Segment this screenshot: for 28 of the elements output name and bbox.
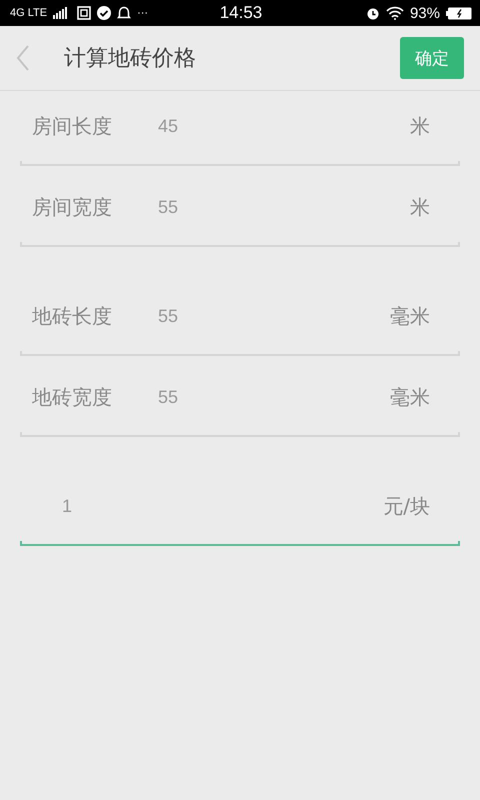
bell-icon (117, 6, 132, 20)
page-title: 计算地砖价格 (64, 45, 197, 73)
battery-label: 93% (410, 4, 440, 22)
more-label: ··· (137, 7, 148, 19)
check-icon (97, 6, 112, 20)
text-field[interactable]: 55 (158, 306, 390, 326)
field-label: 房间长度 (32, 112, 113, 140)
alarm-icon (366, 6, 380, 20)
screen-icon (77, 6, 92, 20)
unit-label: 毫米 (390, 384, 430, 410)
field-label: 地砖宽度 (32, 384, 113, 410)
field-label: 地砖长度 (32, 302, 113, 330)
field-label: 房间宽度 (32, 194, 113, 220)
text-field[interactable]: 55 (158, 386, 390, 408)
signal-icon (53, 7, 68, 19)
text-field[interactable]: 45 (158, 116, 410, 136)
text-field[interactable]: 1 (32, 496, 384, 516)
confirm-button[interactable]: 确定 (400, 37, 464, 79)
battery-icon (446, 6, 472, 20)
unit-label: 米 (410, 112, 430, 140)
clock: 14:53 (220, 3, 262, 23)
wifi-icon (386, 6, 404, 20)
network-label: 4G LTE (10, 7, 48, 19)
unit-label: 毫米 (390, 302, 430, 330)
unit-label: 元/块 (383, 492, 430, 520)
back-icon[interactable] (16, 45, 30, 71)
unit-label: 米 (410, 194, 430, 220)
text-field[interactable]: 55 (158, 196, 410, 218)
